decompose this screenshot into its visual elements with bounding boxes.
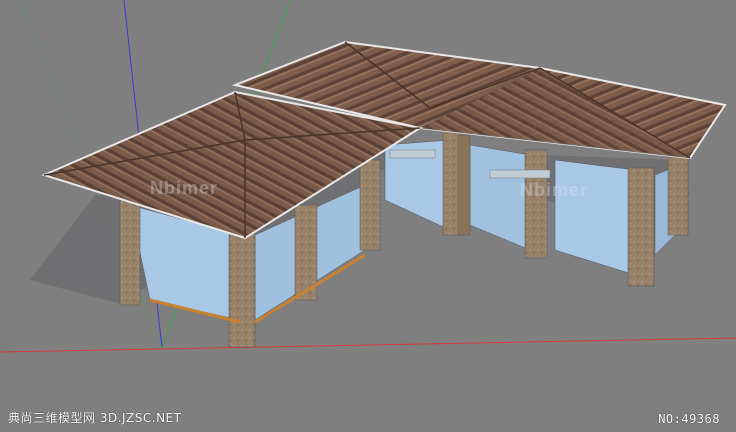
column bbox=[667, 149, 689, 236]
watermark-text: Nbimer bbox=[520, 180, 589, 200]
column bbox=[228, 231, 256, 348]
column bbox=[119, 199, 141, 306]
axis-red-line bbox=[0, 337, 736, 353]
column bbox=[457, 134, 471, 236]
right-wing-glass bbox=[554, 159, 636, 276]
interior-beam bbox=[389, 149, 436, 159]
sketchup-viewport[interactable]: Nbimer Nbimer 典尚三维模型网 3D.JZSC.NET NO:493… bbox=[0, 0, 736, 432]
column bbox=[627, 167, 655, 287]
column bbox=[359, 159, 381, 251]
interior-beam bbox=[489, 169, 551, 179]
site-label: 典尚三维模型网 3D.JZSC.NET bbox=[8, 411, 182, 425]
model-canvas[interactable] bbox=[0, 0, 736, 432]
column bbox=[524, 149, 548, 259]
watermark-text: Nbimer bbox=[150, 178, 219, 198]
model-number: NO:49368 bbox=[658, 412, 720, 426]
